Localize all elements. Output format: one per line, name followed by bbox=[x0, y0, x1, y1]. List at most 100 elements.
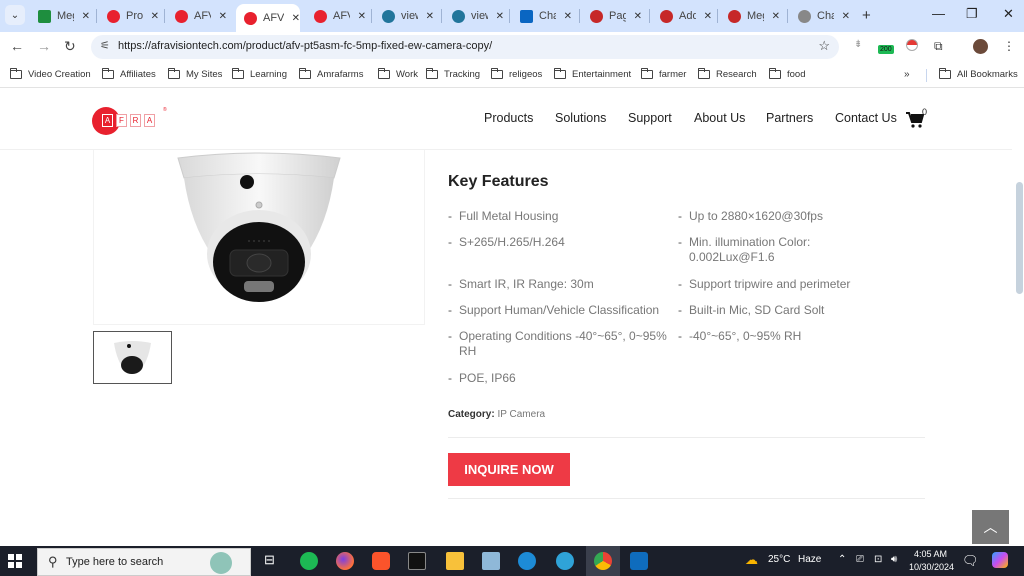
notification-icon[interactable]: 🗨︎ bbox=[962, 553, 979, 569]
bookmark-item[interactable]: Entertainment bbox=[554, 68, 631, 80]
scroll-to-top-button[interactable]: ︿ bbox=[972, 510, 1009, 544]
tray-overflow-icon[interactable]: ⌃ bbox=[838, 554, 846, 565]
close-tab-icon[interactable]: ✕ bbox=[82, 11, 90, 22]
nav-products[interactable]: Products bbox=[484, 111, 533, 125]
nav-contact-us[interactable]: Contact Us bbox=[835, 111, 897, 125]
tab[interactable]: AFV ✕ bbox=[306, 5, 366, 27]
tab[interactable]: view ✕ bbox=[444, 5, 504, 27]
browser-tab-bar: ⌄ Meg✕Proc✕AFV✕AFV✕AFV✕view✕view✕Cha✕Pag… bbox=[0, 0, 1024, 32]
clock-date[interactable]: 10/30/2024 bbox=[909, 562, 954, 572]
feature-text: Up to 2880×1620@30fps bbox=[689, 209, 823, 223]
url-text[interactable]: https://afravisiontech.com/product/afv-p… bbox=[118, 40, 492, 52]
copilot-icon[interactable] bbox=[992, 552, 1008, 568]
close-tab-icon[interactable]: ✕ bbox=[496, 11, 504, 22]
close-tab-icon[interactable]: ✕ bbox=[219, 11, 227, 22]
page-scrollbar[interactable] bbox=[1016, 182, 1023, 294]
tab[interactable]: AFV ✕ bbox=[167, 5, 227, 27]
bookmark-item[interactable]: My Sites bbox=[168, 68, 223, 80]
bookmarks-overflow-button[interactable]: » bbox=[904, 69, 910, 80]
forward-button[interactable]: → bbox=[37, 38, 51, 54]
window-close-button[interactable]: ✕ bbox=[1003, 6, 1014, 22]
bookmark-star-icon[interactable]: ☆ bbox=[818, 38, 830, 54]
extension-badge[interactable]: 200 bbox=[878, 45, 894, 54]
tab[interactable]: Add ✕ bbox=[652, 5, 712, 27]
volume-icon[interactable]: 🔊︎ bbox=[891, 554, 897, 565]
meet-icon[interactable]: ⎚ bbox=[856, 554, 864, 565]
bookmark-item[interactable]: Video Creation bbox=[10, 68, 91, 80]
site-info-icon[interactable]: ⚟ bbox=[100, 39, 110, 52]
profile-avatar[interactable] bbox=[973, 39, 988, 54]
app-circle-icon[interactable] bbox=[556, 552, 574, 570]
tab[interactable]: view ✕ bbox=[374, 5, 434, 27]
bookmark-label: My Sites bbox=[186, 69, 223, 80]
back-button[interactable]: ← bbox=[10, 38, 24, 54]
tab[interactable]: Meg ✕ bbox=[30, 5, 90, 27]
taskbar-search[interactable]: ⚲ Type here to search bbox=[37, 548, 251, 576]
tab[interactable]: Cha ✕ bbox=[790, 5, 850, 27]
bookmark-item[interactable]: Amrafarms bbox=[299, 68, 363, 80]
close-tab-icon[interactable]: ✕ bbox=[358, 11, 366, 22]
weather-icon[interactable]: ☁ bbox=[745, 552, 758, 568]
afra-logo[interactable]: A F R A ® bbox=[92, 107, 172, 137]
nav-about-us[interactable]: About Us bbox=[694, 111, 745, 125]
close-tab-icon[interactable]: ✕ bbox=[151, 11, 159, 22]
bookmark-item[interactable]: food bbox=[769, 68, 806, 80]
clock-time[interactable]: 4:05 AM bbox=[914, 549, 947, 559]
bookmark-item[interactable]: Work bbox=[378, 68, 418, 80]
outlook-icon[interactable] bbox=[630, 552, 648, 570]
weather-desc[interactable]: Haze bbox=[798, 554, 821, 565]
terminal-icon[interactable] bbox=[408, 552, 426, 570]
brave-icon[interactable] bbox=[372, 552, 390, 570]
nav-partners[interactable]: Partners bbox=[766, 111, 813, 125]
firefox-icon[interactable] bbox=[336, 552, 354, 570]
address-bar[interactable]: ⚟ https://afravisiontech.com/product/afv… bbox=[91, 35, 839, 59]
close-tab-icon[interactable]: ✕ bbox=[704, 11, 712, 22]
bookmark-item[interactable]: Affiliates bbox=[102, 68, 156, 80]
bookmark-item[interactable]: Research bbox=[698, 68, 757, 80]
inquire-now-button[interactable]: INQUIRE NOW bbox=[448, 453, 570, 486]
spotify-icon[interactable] bbox=[300, 552, 318, 570]
nav-solutions[interactable]: Solutions bbox=[555, 111, 606, 125]
pokeball-extension-icon[interactable] bbox=[906, 39, 918, 51]
feature-item: - Support tripwire and perimeter bbox=[678, 277, 878, 292]
new-tab-button[interactable]: + bbox=[862, 7, 871, 24]
windows-start-button[interactable] bbox=[8, 554, 22, 568]
edge-icon[interactable] bbox=[518, 552, 536, 570]
tab[interactable]: Meg ✕ bbox=[720, 5, 780, 27]
menu-kebab-icon[interactable]: ⋮ bbox=[1003, 39, 1015, 53]
tab-search-button[interactable]: ⌄ bbox=[5, 5, 25, 25]
extensions-puzzle-icon[interactable]: ⧉ bbox=[934, 39, 943, 54]
close-tab-icon[interactable]: ✕ bbox=[426, 11, 434, 22]
bookmark-item[interactable]: farmer bbox=[641, 68, 686, 80]
tab[interactable]: Cha ✕ bbox=[512, 5, 572, 27]
tab[interactable]: Pag ✕ bbox=[582, 5, 642, 27]
bookmark-item[interactable]: Tracking bbox=[426, 68, 480, 80]
close-tab-icon[interactable]: ✕ bbox=[634, 11, 642, 22]
task-view-icon[interactable]: ⊟ bbox=[264, 552, 275, 568]
close-tab-icon[interactable]: ✕ bbox=[842, 11, 850, 22]
bullet-dash: - bbox=[678, 329, 682, 343]
tab[interactable]: AFV ✕ bbox=[236, 4, 300, 32]
weather-temp[interactable]: 25°C bbox=[768, 554, 790, 565]
product-main-image[interactable] bbox=[93, 150, 425, 325]
category-link[interactable]: IP Camera bbox=[497, 409, 545, 420]
app-icon[interactable] bbox=[482, 552, 500, 570]
file-explorer-icon[interactable] bbox=[446, 552, 464, 570]
bookmark-item[interactable]: Learning bbox=[232, 68, 287, 80]
network-icon[interactable]: ⊡ bbox=[874, 554, 882, 565]
product-thumbnail[interactable] bbox=[93, 331, 172, 384]
close-tab-icon[interactable]: ✕ bbox=[564, 11, 572, 22]
tab-title: AFV bbox=[333, 10, 350, 22]
extension-reader-icon[interactable]: ⇟ bbox=[854, 39, 862, 50]
all-bookmarks-button[interactable]: All Bookmarks bbox=[939, 68, 1018, 80]
minimize-button[interactable]: — bbox=[932, 6, 945, 21]
nav-support[interactable]: Support bbox=[628, 111, 672, 125]
close-tab-icon[interactable]: ✕ bbox=[772, 11, 780, 22]
close-tab-icon[interactable]: ✕ bbox=[292, 13, 300, 24]
chrome-icon[interactable] bbox=[594, 552, 612, 570]
reload-button[interactable]: ↻ bbox=[64, 38, 76, 55]
restore-button[interactable]: ❐ bbox=[966, 6, 978, 22]
bookmark-item[interactable]: religeos bbox=[491, 68, 542, 80]
gear-red-icon bbox=[728, 9, 741, 23]
tab[interactable]: Proc ✕ bbox=[99, 5, 159, 27]
